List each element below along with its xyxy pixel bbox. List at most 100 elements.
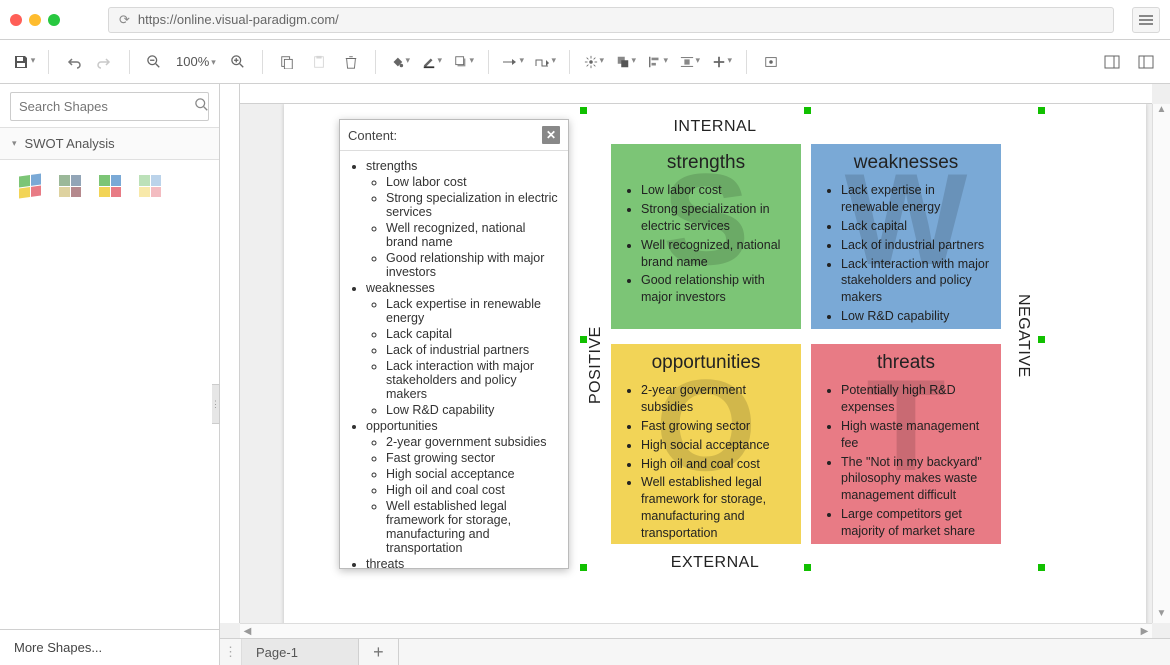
fill-color-button[interactable] — [386, 48, 414, 76]
save-button[interactable] — [10, 48, 38, 76]
connector-style-button[interactable] — [499, 48, 527, 76]
content-popup-header: Content: ✕ — [340, 120, 568, 151]
undo-button[interactable] — [59, 48, 87, 76]
axis-internal: INTERNAL — [673, 118, 756, 136]
list-item: Lack interaction with major stakeholders… — [841, 256, 989, 307]
sidebar-category-swot[interactable]: SWOT Analysis — [0, 127, 219, 160]
more-shapes-button[interactable]: More Shapes... — [0, 629, 219, 665]
search-shapes-field[interactable] — [10, 92, 209, 121]
format-panel-button[interactable] — [1098, 48, 1126, 76]
selection-handle[interactable] — [1038, 107, 1045, 114]
scroll-down-icon[interactable]: ▼ — [1153, 608, 1170, 623]
list-item: The "Not in my backyard" philosophy make… — [841, 454, 989, 505]
horizontal-scrollbar[interactable]: ◀ ▶ — [240, 623, 1152, 638]
close-window-icon[interactable] — [10, 14, 22, 26]
diagram-page[interactable]: INTERNAL EXTERNAL POSITIVE NEGATIVE S st… — [284, 104, 1146, 623]
address-bar[interactable]: ⟳ https://online.visual-paradigm.com/ — [108, 7, 1114, 33]
sidebar-collapse-grip[interactable]: ⋮ — [212, 384, 220, 424]
content-popup-close[interactable]: ✕ — [542, 126, 560, 144]
distribute-button[interactable] — [676, 48, 704, 76]
scroll-left-icon[interactable]: ◀ — [240, 626, 255, 637]
outline-item: Lack expertise in renewable energy — [386, 297, 560, 325]
axis-positive: POSITIVE — [587, 326, 605, 404]
list-item: Potentially high R&D expenses — [841, 382, 989, 416]
content-popup[interactable]: Content: ✕ strengthsLow labor costStrong… — [339, 119, 569, 569]
outline-section: threats — [366, 557, 560, 568]
palette-swot-3[interactable] — [96, 172, 124, 200]
scroll-up-icon[interactable]: ▲ — [1153, 104, 1170, 119]
axis-negative: NEGATIVE — [1014, 294, 1032, 378]
swot-opportunities[interactable]: O opportunities 2-year government subsid… — [611, 344, 801, 544]
insert-button[interactable] — [708, 48, 736, 76]
weaknesses-title: weaknesses — [823, 152, 989, 174]
reload-icon[interactable]: ⟳ — [119, 12, 130, 28]
shadow-button[interactable] — [450, 48, 478, 76]
outline-panel-button[interactable] — [1132, 48, 1160, 76]
effects-button[interactable] — [580, 48, 608, 76]
arrange-button[interactable] — [612, 48, 640, 76]
list-item: Fast growing sector — [641, 418, 789, 435]
paste-button[interactable] — [305, 48, 333, 76]
scroll-right-icon[interactable]: ▶ — [1137, 626, 1152, 637]
strengths-title: strengths — [623, 152, 789, 174]
palette-swot-1[interactable] — [16, 172, 44, 200]
shape-palette — [0, 160, 219, 212]
line-color-button[interactable] — [418, 48, 446, 76]
page-tab-1[interactable]: Page-1 — [242, 639, 359, 665]
browser-menu-button[interactable] — [1132, 7, 1160, 33]
maximize-window-icon[interactable] — [48, 14, 60, 26]
list-item: Large competitors get majority of market… — [841, 506, 989, 540]
horizontal-ruler — [240, 84, 1152, 104]
preview-button[interactable] — [757, 48, 785, 76]
outline-item: Fast growing sector — [386, 451, 560, 465]
outline-item: Low R&D capability — [386, 403, 560, 417]
list-item: High waste management fee — [841, 418, 989, 452]
swot-threats[interactable]: T threats Potentially high R&D expensesH… — [811, 344, 1001, 544]
vertical-scrollbar[interactable]: ▲ ▼ — [1152, 104, 1170, 623]
swot-strengths[interactable]: S strengths Low labor costStrong special… — [611, 144, 801, 329]
vertical-ruler — [220, 84, 240, 623]
content-outline: strengthsLow labor costStrong specializa… — [348, 159, 560, 568]
zoom-level[interactable]: 100% — [172, 54, 220, 69]
list-item: High social acceptance — [641, 437, 789, 454]
browser-chrome: ⟳ https://online.visual-paradigm.com/ — [0, 0, 1170, 40]
hamburger-icon — [1139, 15, 1153, 25]
list-item: Lack capital — [841, 218, 989, 235]
palette-swot-2[interactable] — [56, 172, 84, 200]
selection-handle[interactable] — [580, 107, 587, 114]
category-label: SWOT Analysis — [25, 136, 115, 151]
redo-button[interactable] — [91, 48, 119, 76]
window-controls — [10, 14, 60, 26]
copy-button[interactable] — [273, 48, 301, 76]
list-item: Well recognized, national brand name — [641, 237, 789, 271]
canvas-viewport[interactable]: INTERNAL EXTERNAL POSITIVE NEGATIVE S st… — [240, 104, 1170, 623]
selection-handle[interactable] — [580, 336, 587, 343]
opportunities-list: 2-year government subsidiesFast growing … — [623, 382, 789, 542]
zoom-in-button[interactable] — [224, 48, 252, 76]
waypoints-button[interactable] — [531, 48, 559, 76]
align-button[interactable] — [644, 48, 672, 76]
minimize-window-icon[interactable] — [29, 14, 41, 26]
add-page-button[interactable]: + — [359, 639, 399, 665]
list-item: Low labor cost — [641, 182, 789, 199]
toolbar: 100% — [0, 40, 1170, 84]
content-popup-body[interactable]: strengthsLow labor costStrong specializa… — [340, 151, 568, 568]
tab-drag-handle[interactable]: ⋮ — [220, 639, 242, 665]
outline-section: strengthsLow labor costStrong specializa… — [366, 159, 560, 279]
more-shapes-label: More Shapes... — [14, 640, 102, 655]
selection-handle[interactable] — [580, 564, 587, 571]
outline-item: Strong specialization in electric servic… — [386, 191, 560, 219]
swot-weaknesses[interactable]: W weaknesses Lack expertise in renewable… — [811, 144, 1001, 329]
selection-handle[interactable] — [1038, 564, 1045, 571]
weaknesses-list: Lack expertise in renewable energy Lack c… — [823, 182, 989, 325]
search-shapes-input[interactable] — [19, 99, 195, 114]
palette-swot-4[interactable] — [136, 172, 164, 200]
list-item: Well established legal framework for sto… — [641, 474, 789, 542]
canvas-area: INTERNAL EXTERNAL POSITIVE NEGATIVE S st… — [220, 84, 1170, 665]
delete-button[interactable] — [337, 48, 365, 76]
selection-handle[interactable] — [1038, 336, 1045, 343]
selection-handle[interactable] — [804, 564, 811, 571]
selection-handle[interactable] — [804, 107, 811, 114]
zoom-out-button[interactable] — [140, 48, 168, 76]
list-item: Lack expertise in renewable energy — [841, 182, 989, 216]
